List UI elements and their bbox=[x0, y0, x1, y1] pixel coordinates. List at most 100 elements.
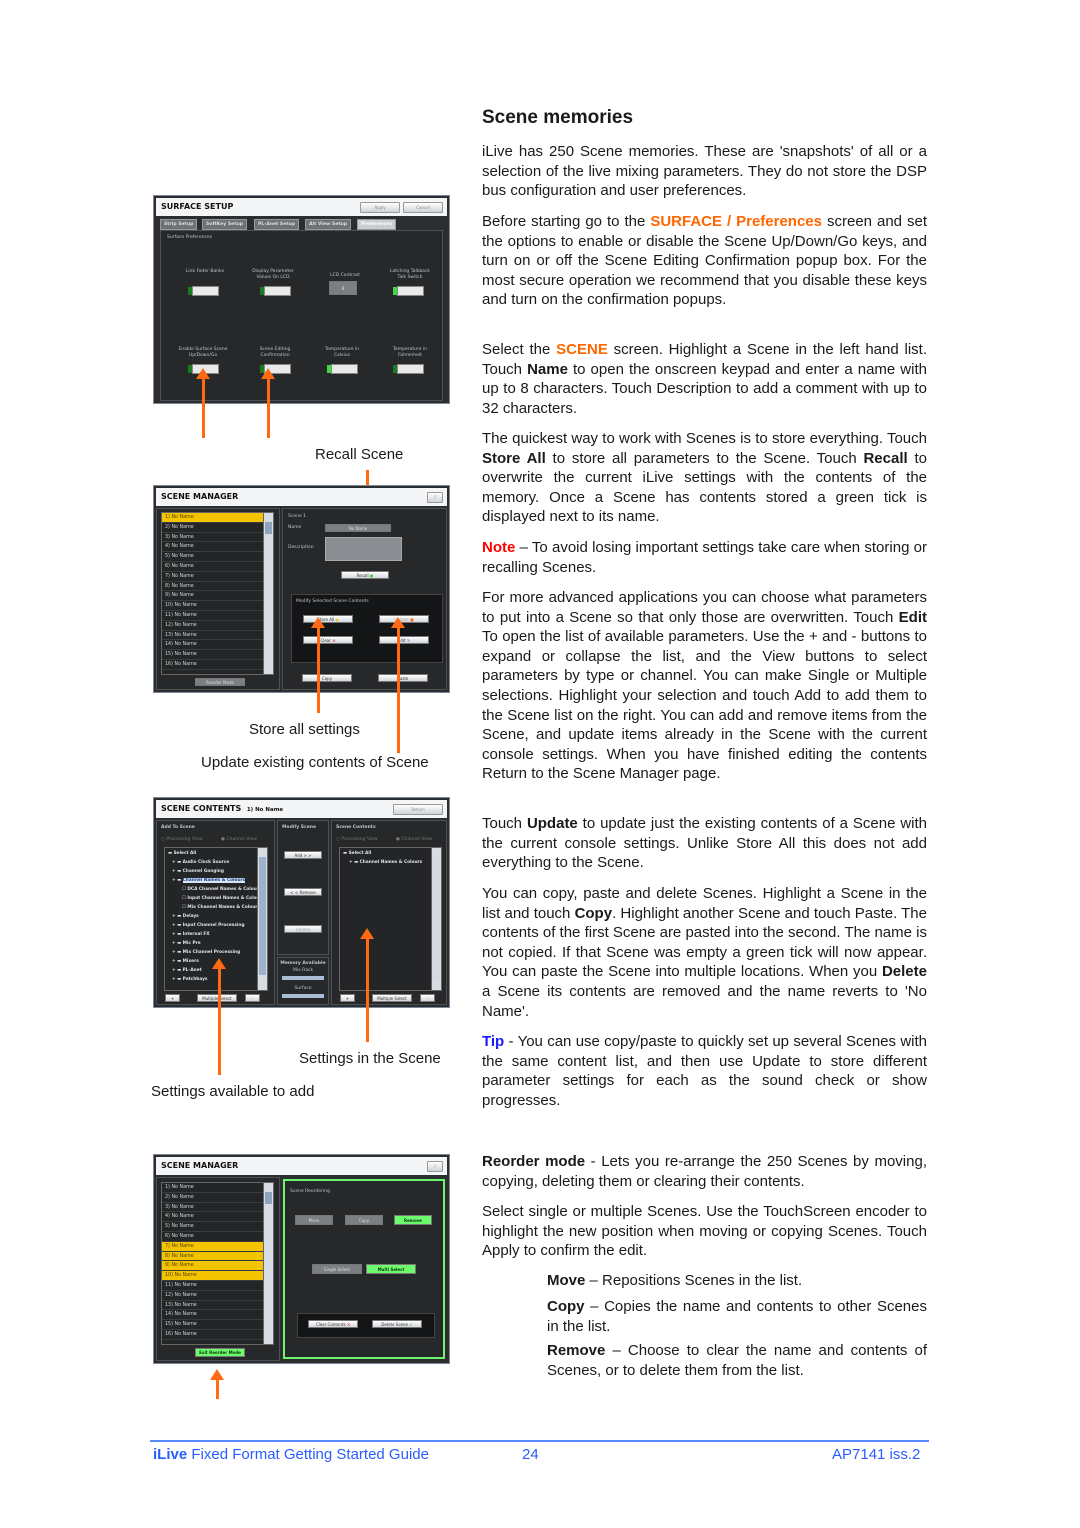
reorder-mode-button[interactable]: Reorder Mode bbox=[195, 678, 245, 686]
copy-button[interactable]: Copy bbox=[345, 1215, 383, 1225]
scroll-thumb[interactable] bbox=[259, 857, 266, 975]
scene-list-item[interactable]: 10) No Name✔ bbox=[162, 601, 273, 611]
tree-item[interactable]: ☐ Mix Channel Names & Colours bbox=[168, 903, 264, 912]
expand-button[interactable]: + bbox=[165, 994, 180, 1002]
scene-list-item[interactable]: 16) No Name bbox=[162, 660, 273, 670]
scene-list-item[interactable]: 10) No Name✔ bbox=[162, 1271, 273, 1281]
delete-scene-button[interactable]: Delete Scene ✔ bbox=[372, 1320, 422, 1328]
cancel-button[interactable]: Cancel bbox=[403, 202, 443, 213]
celsius-toggle[interactable] bbox=[327, 364, 358, 374]
scene-list-item[interactable]: 2) No Name bbox=[162, 523, 273, 533]
tree-item[interactable]: ☐ DCA Channel Names & Colours bbox=[168, 885, 264, 894]
display-values-toggle[interactable] bbox=[260, 286, 291, 296]
description-field[interactable] bbox=[325, 537, 402, 561]
tree-item[interactable]: + ▬ Audio Clock Source bbox=[168, 858, 264, 867]
scene-list-item[interactable]: 5) No Name bbox=[162, 552, 273, 562]
tree-item[interactable]: ▬ Select All bbox=[168, 849, 264, 858]
processing-view-radio[interactable]: ○ Processing View bbox=[161, 837, 203, 843]
move-button[interactable]: Move bbox=[295, 1215, 333, 1225]
scene-list-item[interactable]: 3) No Name✔ bbox=[162, 1203, 273, 1213]
scene-list-item[interactable]: 4) No Name✔ bbox=[162, 542, 273, 553]
scene-list-item[interactable]: 16) No Name bbox=[162, 1330, 273, 1340]
scene-list-item[interactable]: 9) No Name✔ bbox=[162, 1261, 273, 1272]
tree-item[interactable]: + ▬ Internal FX bbox=[168, 930, 264, 939]
scrollbar[interactable] bbox=[431, 848, 441, 990]
tree-item[interactable]: + ▬ Channel Ganging bbox=[168, 867, 264, 876]
scene-list-item[interactable]: 14) No Name✔ bbox=[162, 640, 273, 651]
help-button[interactable]: ? bbox=[427, 492, 443, 503]
scene-list-item[interactable]: 15) No Name bbox=[162, 1320, 273, 1330]
tab-pl-anet-setup[interactable]: PL-Anet Setup bbox=[254, 219, 300, 230]
clear-button[interactable]: Clear ✕ bbox=[303, 636, 353, 644]
contents-tree[interactable]: ▬ Select All + ▬ Channel Names & Colours bbox=[339, 847, 442, 991]
edit-button[interactable]: Edit ✎ bbox=[379, 636, 429, 644]
scene-list-item[interactable]: 7) No Name✔ bbox=[162, 572, 273, 582]
scene-list-item[interactable]: 11) No Name✔ bbox=[162, 611, 273, 621]
processing-view-radio[interactable]: ○ Processing View bbox=[336, 837, 378, 843]
exit-reorder-mode-button[interactable]: Exit Reorder Mode bbox=[195, 1348, 245, 1357]
tree-item[interactable]: ▬ Select All bbox=[343, 849, 422, 858]
recall-button[interactable]: Recall ● bbox=[341, 571, 389, 579]
tree-item[interactable]: + ▬ Mix Channel Processing bbox=[168, 948, 264, 957]
add-button[interactable]: Add > > bbox=[284, 851, 322, 859]
scene-list-item[interactable]: 9) No Name✔ bbox=[162, 591, 273, 602]
scene-list-item[interactable]: 15) No Name bbox=[162, 650, 273, 660]
scene-list-item[interactable]: 3) No Name✔ bbox=[162, 533, 273, 543]
tab-softkey-setup[interactable]: SoftKey Setup bbox=[202, 219, 248, 230]
scene-list[interactable]: 1) No Name 2) No Name 3) No Name✔4) No Nam… bbox=[161, 1182, 274, 1345]
paste-button[interactable]: Paste bbox=[378, 674, 428, 682]
scene-list-item[interactable]: 12) No Name bbox=[162, 1291, 273, 1301]
tree-item[interactable]: + ▬ Patchbays bbox=[168, 975, 264, 984]
scene-list-item[interactable]: 8) No Name✔ bbox=[162, 1251, 273, 1262]
multiple-select-button[interactable]: Multiple Select bbox=[197, 994, 237, 1002]
latching-talkback-toggle[interactable] bbox=[393, 286, 424, 296]
multiple-select-button[interactable]: Multiple Select bbox=[372, 994, 412, 1002]
expand-button[interactable]: + bbox=[340, 994, 355, 1002]
remove-button[interactable]: Remove bbox=[394, 1215, 432, 1225]
multi-select-button[interactable]: Multi Select bbox=[366, 1264, 416, 1274]
return-button[interactable]: Return bbox=[393, 804, 443, 815]
fahrenheit-toggle[interactable] bbox=[393, 364, 424, 374]
channel-view-radio[interactable]: ● Channel View bbox=[396, 837, 432, 843]
tree-item[interactable]: + ▬ Input Channel Processing bbox=[168, 921, 264, 930]
channel-view-radio[interactable]: ● Channel View bbox=[221, 837, 257, 843]
scene-list-item[interactable]: 13) No Name✔ bbox=[162, 631, 273, 641]
tab-alt-view-setup[interactable]: Alt View Setup bbox=[305, 219, 352, 230]
scene-list-item[interactable]: 13) No Name✔ bbox=[162, 1301, 273, 1311]
scene-list-item[interactable]: 12) No Name bbox=[162, 621, 273, 631]
available-tree[interactable]: ▬ Select All + ▬ Audio Clock Source + ▬ Ch… bbox=[164, 847, 268, 991]
link-fader-banks-toggle[interactable] bbox=[188, 286, 219, 296]
tree-item[interactable]: + ▬ Mic Pre bbox=[168, 939, 264, 948]
scrollbar[interactable] bbox=[263, 1183, 273, 1344]
scene-list-item[interactable]: 1) No Name bbox=[162, 1183, 273, 1193]
copy-button[interactable]: Copy bbox=[302, 674, 352, 682]
clear-contents-button[interactable]: Clear Contents ✕ bbox=[308, 1320, 358, 1328]
single-select-button[interactable]: Single Select bbox=[312, 1264, 362, 1274]
scene-list-item[interactable]: 11) No Name✔ bbox=[162, 1281, 273, 1291]
tree-item[interactable]: + ▬ Delays bbox=[168, 912, 264, 921]
update-button[interactable]: Update bbox=[284, 925, 322, 933]
scene-list-item[interactable]: 14) No Name✔ bbox=[162, 1310, 273, 1321]
scene-list-item[interactable]: 8) No Name✔ bbox=[162, 582, 273, 592]
scene-list-item[interactable]: 6) No Name bbox=[162, 562, 273, 572]
lcd-contrast-value[interactable]: 8 bbox=[329, 281, 357, 295]
collapse-button[interactable]: - bbox=[245, 994, 260, 1002]
help-button[interactable]: ? bbox=[427, 1161, 443, 1172]
tab-preferences[interactable]: Preferences bbox=[357, 219, 397, 230]
scroll-thumb[interactable] bbox=[265, 522, 272, 534]
tree-item[interactable]: + ▬ Channel Names & Colours bbox=[343, 858, 422, 867]
scene-list[interactable]: 1) No Name 2) No Name 3) No Name✔4) No Nam… bbox=[161, 512, 274, 675]
tab-strip-setup[interactable]: Strip Setup bbox=[160, 219, 198, 230]
apply-button[interactable]: Apply bbox=[360, 202, 400, 213]
scene-list-item[interactable]: 6) No Name bbox=[162, 1232, 273, 1242]
scrollbar[interactable] bbox=[257, 848, 267, 990]
scene-list-item[interactable]: 2) No Name bbox=[162, 1193, 273, 1203]
collapse-button[interactable]: - bbox=[420, 994, 435, 1002]
scene-list-item[interactable]: 4) No Name✔ bbox=[162, 1212, 273, 1223]
scroll-thumb[interactable] bbox=[265, 1192, 272, 1204]
scene-list-item[interactable]: 5) No Name bbox=[162, 1222, 273, 1232]
tree-item[interactable]: ☐ Input Channel Names & Colours bbox=[168, 894, 264, 903]
tree-item[interactable]: + ▬ Channel Names & Colours bbox=[168, 876, 264, 885]
scrollbar[interactable] bbox=[263, 513, 273, 674]
scene-list-item[interactable]: 1) No Name bbox=[162, 513, 273, 523]
